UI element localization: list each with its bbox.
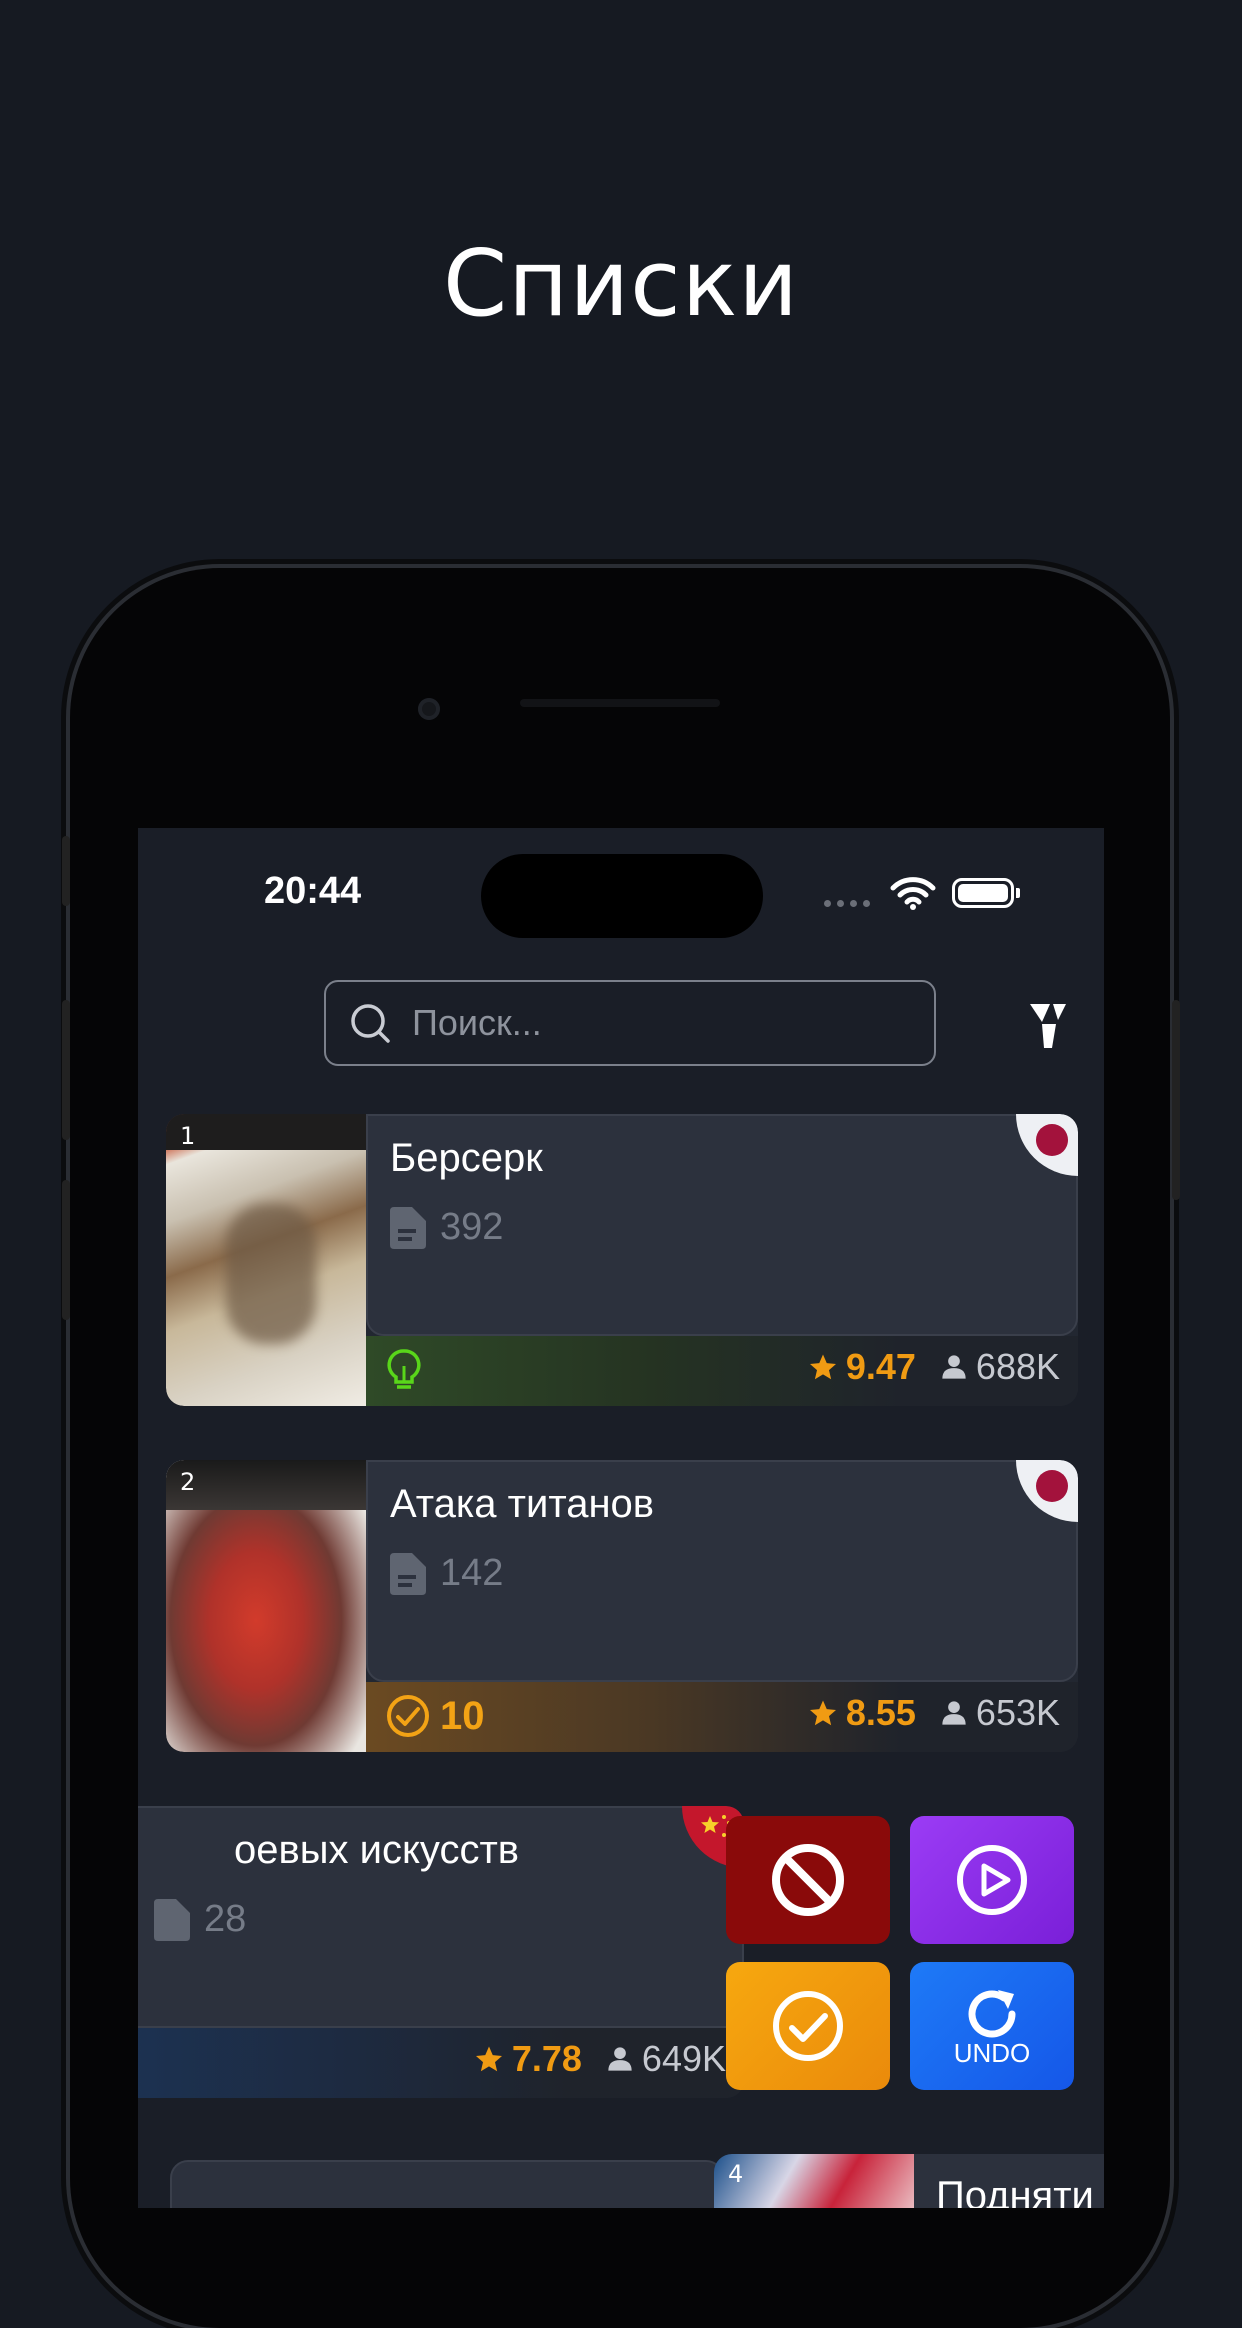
- item-title: Берсерк: [390, 1136, 543, 1180]
- rank-number: 4: [728, 2160, 744, 2188]
- item-title: оевых искусств: [234, 1828, 520, 1872]
- list-item-partial[interactable]: [170, 2160, 724, 2208]
- chapter-count-value: 142: [440, 1552, 504, 1594]
- chapter-count-value: 392: [440, 1206, 504, 1248]
- rating-value: 7.78: [511, 2038, 582, 2079]
- views-value: 649K: [641, 2038, 726, 2079]
- app-screen: 20:44 Поиск... 1 Берсерк 392 9.47 688K 2…: [138, 828, 1104, 2208]
- list-item-swiped[interactable]: оевых искусств 28 7.78 649K: [138, 1806, 744, 2098]
- list-item[interactable]: 1 Берсерк 392 9.47 688K: [166, 1114, 1078, 1406]
- user-icon: [942, 1701, 966, 1725]
- item-info-panel: Берсерк 392: [366, 1114, 1078, 1336]
- star-icon: [809, 1354, 836, 1380]
- lightbulb-icon: [387, 1349, 421, 1389]
- views-value: 653K: [975, 1692, 1060, 1733]
- star-icon: [475, 2046, 502, 2072]
- battery-tip: [1016, 888, 1020, 898]
- volume-down-button: [62, 1180, 70, 1320]
- rank-number: 2: [180, 1468, 196, 1496]
- mute-switch: [62, 836, 70, 906]
- document-icon: [390, 1206, 426, 1249]
- dynamic-island: [481, 854, 763, 938]
- cellular-signal-icon: [824, 900, 870, 907]
- rank-number: 1: [180, 1122, 196, 1150]
- play-icon: [957, 1845, 1027, 1915]
- ban-icon: [772, 1844, 844, 1916]
- completed-button[interactable]: [726, 1962, 890, 2090]
- item-info-panel: оевых искусств 28: [138, 1806, 744, 2028]
- item-footer: 9.47 688K: [366, 1336, 1078, 1406]
- undo-button[interactable]: UNDO: [910, 1962, 1074, 2090]
- read-progress-value: 10: [440, 1694, 485, 1738]
- chapter-count-value: 28: [204, 1898, 247, 1940]
- search-placeholder: Поиск...: [412, 1002, 542, 1043]
- redo-icon: [968, 1989, 1016, 2037]
- chapter-count: 142: [390, 1552, 503, 1595]
- earpiece-speaker: [520, 699, 720, 707]
- front-camera: [418, 698, 440, 720]
- star-icon: [809, 1700, 836, 1726]
- cover-image: 4: [714, 2154, 914, 2208]
- cover-image: [166, 1114, 366, 1406]
- power-button: [1172, 1000, 1180, 1200]
- reading-button[interactable]: [910, 1816, 1074, 1944]
- undo-label: UNDO: [953, 2037, 1031, 2068]
- search-icon: [351, 1004, 390, 1043]
- document-icon: [390, 1552, 426, 1595]
- status-time: 20:44: [264, 870, 362, 912]
- views-value: 688K: [975, 1346, 1060, 1387]
- user-icon: [608, 2047, 632, 2071]
- japan-flag-icon: [1016, 1460, 1078, 1522]
- battery-icon: [952, 878, 1014, 908]
- item-stats: 9.47 688K: [808, 1346, 1060, 1388]
- document-icon: [154, 1898, 190, 1941]
- japan-flag-icon: [1016, 1114, 1078, 1176]
- page-headline: Списки: [442, 230, 800, 337]
- list-item[interactable]: 2 Атака титанов 142 10 8.55 653K: [166, 1460, 1078, 1752]
- drop-button[interactable]: [726, 1816, 890, 1944]
- filter-icon[interactable]: [1028, 1000, 1068, 1050]
- item-footer: 7.78 649K: [138, 2028, 744, 2098]
- cover-image: [166, 1460, 366, 1752]
- user-icon: [942, 1355, 966, 1379]
- chapter-count: 392: [390, 1206, 503, 1249]
- search-input[interactable]: Поиск...: [324, 980, 936, 1066]
- rating-value: 8.55: [845, 1692, 916, 1733]
- rating-value: 9.47: [845, 1346, 916, 1387]
- item-title: Атака титанов: [390, 1482, 655, 1526]
- volume-up-button: [62, 1000, 70, 1140]
- item-info-panel: Подняти: [914, 2154, 1104, 2208]
- item-footer: 10 8.55 653K: [366, 1682, 1078, 1752]
- check-circle-icon: [773, 1991, 843, 2061]
- chapter-count: 28: [154, 1898, 246, 1941]
- item-stats: 7.78 649K: [474, 2038, 726, 2080]
- wifi-icon: [890, 877, 936, 910]
- item-stats: 8.55 653K: [808, 1692, 1060, 1734]
- check-circle-icon: [387, 1695, 429, 1737]
- item-info-panel: Атака титанов 142: [366, 1460, 1078, 1682]
- item-title: Подняти: [936, 2174, 1094, 2208]
